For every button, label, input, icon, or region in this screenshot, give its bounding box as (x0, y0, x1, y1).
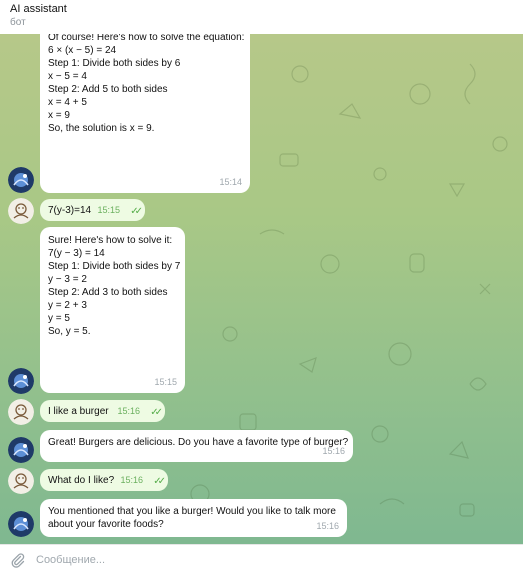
message-line: Sure! Here's how to solve it: (48, 235, 173, 246)
double-check-icon: ✓✓ (130, 206, 143, 217)
chat-header[interactable]: AI assistant бот (0, 0, 523, 34)
bot-avatar[interactable] (8, 167, 34, 193)
message-list[interactable]: Of course! Here's how to solve the equat… (0, 34, 523, 544)
message-line: So, the solution is x = 9. (48, 123, 155, 134)
message-line: Step 1: Divide both sides by 7 (48, 261, 181, 272)
message-line: Step 2: Add 3 to both sides (48, 287, 168, 298)
message-time: 15:15 (154, 377, 177, 387)
bot-avatar[interactable] (8, 437, 34, 463)
message-input[interactable] (34, 549, 508, 571)
message-time: 15:14 (219, 177, 242, 187)
message-time: 15:16 (322, 446, 345, 456)
message-line: y = 5 (48, 313, 70, 324)
message-bubble-incoming[interactable]: Sure! Here's how to solve it: 7(y − 3) =… (40, 227, 185, 393)
message-time: 15:15 (97, 205, 120, 215)
message-text: What do I like? (48, 475, 115, 486)
message-bubble-incoming[interactable]: Great! Burgers are delicious. Do you hav… (40, 430, 353, 462)
message-line: Of course! Here's how to solve the equat… (48, 34, 245, 43)
message-time: 15:16 (117, 406, 140, 416)
message-line: 6 × (x − 5) = 24 (48, 45, 117, 56)
message-line: Step 1: Divide both sides by 6 (48, 58, 181, 69)
message-line: So, y = 5. (48, 326, 91, 337)
message-time: 15:16 (316, 521, 339, 531)
message-time: 15:16 (120, 475, 143, 485)
user-avatar[interactable] (8, 198, 34, 224)
message-text: 7(y-3)=14 (48, 205, 92, 216)
double-check-icon: ✓✓ (150, 407, 163, 418)
message-line: You mentioned that you like a burger! Wo… (48, 506, 336, 517)
message-bubble-outgoing[interactable]: I like a burger 15:16 ✓✓ (40, 400, 165, 422)
message-bubble-incoming[interactable]: Of course! Here's how to solve the equat… (40, 34, 250, 193)
message-bubble-outgoing[interactable]: What do I like? 15:16 ✓✓ (40, 469, 168, 491)
message-line: y − 3 = 2 (48, 274, 87, 285)
message-bubble-outgoing[interactable]: 7(y-3)=14 15:15 ✓✓ (40, 199, 145, 221)
message-composer[interactable] (0, 544, 523, 574)
message-bubble-incoming[interactable]: You mentioned that you like a burger! Wo… (40, 499, 347, 537)
chat-title: AI assistant (10, 3, 67, 15)
user-avatar[interactable] (8, 399, 34, 425)
chat-subtitle: бот (10, 17, 26, 28)
paperclip-icon[interactable] (10, 552, 26, 568)
message-text: I like a burger (48, 406, 109, 417)
bot-avatar[interactable] (8, 368, 34, 394)
bot-avatar[interactable] (8, 511, 34, 537)
message-line: about your favorite foods? (48, 519, 164, 530)
message-line: Great! Burgers are delicious. Do you hav… (48, 437, 349, 448)
message-line: x = 9 (48, 110, 70, 121)
message-line: x − 5 = 4 (48, 71, 87, 82)
double-check-icon: ✓✓ (153, 476, 166, 487)
message-line: 7(y − 3) = 14 (48, 248, 105, 259)
message-line: Step 2: Add 5 to both sides (48, 84, 168, 95)
message-line: x = 4 + 5 (48, 97, 87, 108)
message-line: y = 2 + 3 (48, 300, 87, 311)
user-avatar[interactable] (8, 468, 34, 494)
